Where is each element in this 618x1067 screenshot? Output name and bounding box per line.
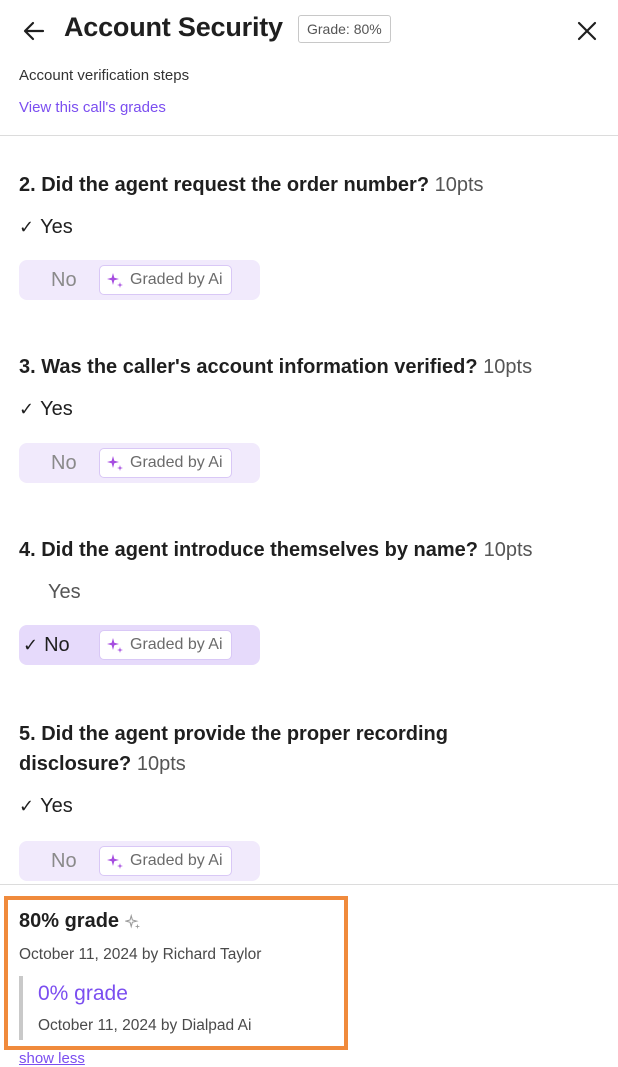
- current-grade-meta: October 11, 2024 by Richard Taylor: [19, 946, 262, 963]
- option-yes[interactable]: ✓ Yes: [19, 216, 73, 239]
- arrow-left-icon: [23, 21, 45, 41]
- option-yes-label: Yes: [48, 581, 81, 603]
- sparkle-icon: [107, 456, 123, 471]
- sparkle-icon: [107, 273, 123, 288]
- previous-grade-link[interactable]: 0% grade: [38, 982, 128, 1006]
- section-divider: [0, 884, 618, 885]
- question-title: 3. Was the caller's account information …: [19, 356, 533, 378]
- header-divider: [0, 135, 618, 136]
- graded-by-ai-tag: Graded by Ai: [99, 630, 232, 660]
- option-yes-label: Yes: [40, 398, 73, 420]
- back-button[interactable]: [22, 14, 52, 48]
- option-yes[interactable]: ✓ Yes: [19, 398, 73, 421]
- option-no-label: No: [44, 633, 70, 656]
- graded-by-ai-tag: Graded by Ai: [99, 846, 232, 876]
- history-bar: [19, 976, 23, 1040]
- option-no-label: No: [51, 268, 77, 291]
- option-no[interactable]: No Graded by Ai: [19, 443, 260, 483]
- option-yes-label: Yes: [40, 795, 73, 817]
- page-title: Account Security: [64, 12, 283, 42]
- close-button[interactable]: [574, 18, 600, 44]
- graded-by-ai-tag: Graded by Ai: [99, 265, 232, 295]
- checkmark-icon: ✓: [19, 217, 35, 237]
- option-no-label: No: [51, 451, 77, 474]
- checkmark-icon: ✓: [23, 634, 39, 655]
- option-no-label: No: [51, 849, 77, 872]
- option-yes[interactable]: ✓ Yes: [19, 795, 73, 818]
- question-title: 2. Did the agent request the order numbe…: [19, 174, 484, 196]
- previous-grade-meta: October 11, 2024 by Dialpad Ai: [38, 1017, 252, 1034]
- page-subtitle: Account verification steps: [19, 67, 190, 84]
- checkmark-icon: ✓: [19, 399, 35, 419]
- question-title: 5. Did the agent provide the proper reco…: [19, 723, 448, 745]
- option-no[interactable]: ✓ No Graded by Ai: [19, 625, 260, 665]
- question-title: 4. Did the agent introduce themselves by…: [19, 539, 533, 561]
- graded-by-ai-tag: Graded by Ai: [99, 448, 232, 478]
- option-no[interactable]: No Graded by Ai: [19, 260, 260, 300]
- show-less-link[interactable]: show less: [19, 1050, 85, 1067]
- close-icon: [577, 21, 597, 41]
- option-no[interactable]: No Graded by Ai: [19, 841, 260, 881]
- question-title-continued: disclosure? 10pts: [19, 753, 186, 775]
- option-yes-label: Yes: [40, 216, 73, 238]
- current-grade: 80% grade: [19, 910, 141, 933]
- option-yes[interactable]: Yes: [48, 581, 81, 604]
- sparkle-icon: [107, 638, 123, 653]
- sparkle-icon: [125, 913, 141, 929]
- checkmark-icon: ✓: [19, 796, 35, 816]
- view-grades-link[interactable]: View this call's grades: [19, 99, 166, 116]
- grade-badge: Grade: 80%: [298, 15, 391, 43]
- sparkle-icon: [107, 854, 123, 869]
